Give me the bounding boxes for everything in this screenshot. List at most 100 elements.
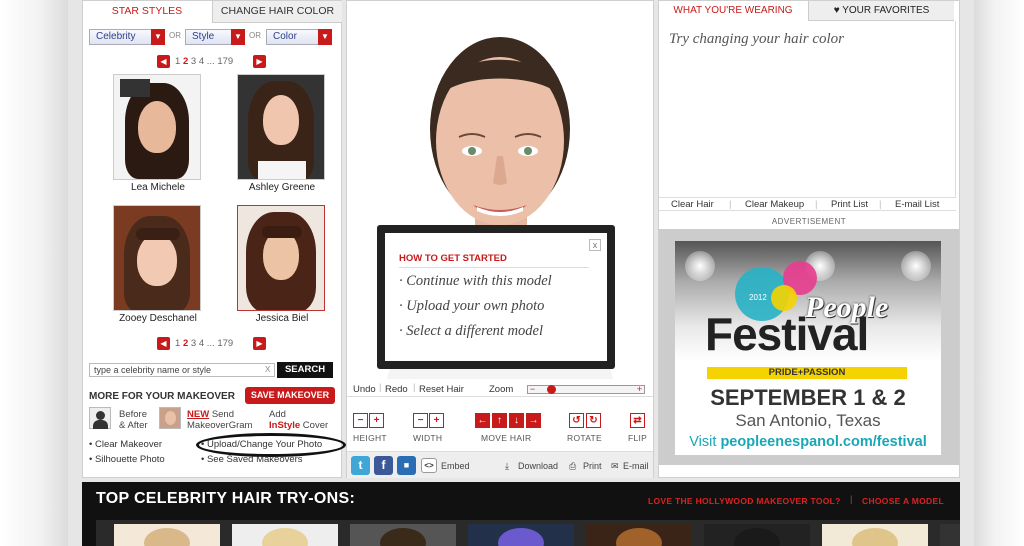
- print-icon[interactable]: ⎙: [569, 461, 576, 472]
- celebrity-thumb-zooey-deschanel[interactable]: [113, 205, 201, 311]
- continue-with-model-link[interactable]: · Continue with this model: [399, 273, 552, 290]
- send-label: Send: [211, 409, 234, 420]
- zoom-slider-handle[interactable]: [546, 385, 556, 394]
- page-current[interactable]: 2: [183, 56, 188, 67]
- try-on-thumb[interactable]: [350, 524, 456, 546]
- clear-makeup-link[interactable]: Clear Makeup: [745, 199, 804, 210]
- download-link[interactable]: Download: [518, 461, 558, 471]
- celebrity-search-input[interactable]: type a celebrity name or style: [89, 363, 275, 377]
- page-link[interactable]: 1: [175, 338, 180, 349]
- try-on-thumb[interactable]: [822, 524, 928, 546]
- page-link[interactable]: 3: [191, 56, 196, 67]
- download-icon[interactable]: ⤓: [505, 461, 509, 472]
- try-on-thumb[interactable]: [704, 524, 810, 546]
- choose-a-model-link[interactable]: CHOOSE A MODEL: [862, 496, 944, 506]
- zoom-in-icon[interactable]: +: [635, 385, 644, 394]
- myspace-icon[interactable]: ■: [397, 456, 416, 475]
- separator: |: [729, 199, 732, 210]
- celebrity-name[interactable]: Lea Michele: [103, 182, 213, 193]
- save-makeover-button[interactable]: SAVE MAKEOVER: [245, 387, 335, 404]
- move-right-icon[interactable]: →: [526, 413, 541, 428]
- height-increase-button[interactable]: +: [369, 413, 384, 428]
- add-instyle-cover-link[interactable]: Add InStyle Cover: [269, 409, 328, 431]
- try-on-thumb[interactable]: [232, 524, 338, 546]
- next-page-button[interactable]: ▶: [253, 337, 266, 350]
- flip-icon[interactable]: ⇄: [630, 413, 645, 428]
- email-icon[interactable]: ✉: [611, 461, 619, 472]
- ad-url[interactable]: Visit peopleenespanol.com/festival: [675, 434, 941, 450]
- twitter-icon[interactable]: t: [351, 456, 370, 475]
- try-on-thumb[interactable]: [940, 524, 960, 546]
- page-current[interactable]: 2: [183, 338, 188, 349]
- width-decrease-button[interactable]: −: [413, 413, 428, 428]
- silhouette-icon[interactable]: [89, 407, 111, 429]
- tab-change-hair-color[interactable]: CHANGE HAIR COLOR: [212, 1, 342, 23]
- prev-page-button[interactable]: ◀: [157, 337, 170, 350]
- model-photo[interactable]: x HOW TO GET STARTED · Continue with thi…: [347, 1, 653, 379]
- next-page-button[interactable]: ▶: [253, 55, 266, 68]
- zoom-slider[interactable]: − +: [527, 385, 645, 394]
- celebrity-name[interactable]: Ashley Greene: [227, 182, 337, 193]
- celebrity-select[interactable]: Celebrity ▼: [89, 29, 165, 45]
- email-link[interactable]: E-mail: [623, 461, 649, 471]
- flip-label: FLIP: [628, 433, 648, 443]
- celebrity-thumb-jessica-biel[interactable]: [237, 205, 325, 311]
- email-list-link[interactable]: E-mail List: [895, 199, 939, 210]
- search-button[interactable]: SEARCH: [277, 362, 333, 378]
- rotate-right-icon[interactable]: ↻: [586, 413, 601, 428]
- print-link[interactable]: Print: [583, 461, 602, 471]
- zoom-out-icon[interactable]: −: [528, 385, 537, 394]
- try-on-thumb[interactable]: [468, 524, 574, 546]
- page-link[interactable]: 4: [199, 56, 204, 67]
- before-after-line2: & After: [119, 420, 148, 431]
- facebook-icon[interactable]: f: [374, 456, 393, 475]
- clear-makeover-link[interactable]: • Clear Makeover: [89, 439, 162, 450]
- move-left-icon[interactable]: ←: [475, 413, 490, 428]
- celebrity-thumb-ashley-greene[interactable]: [237, 74, 325, 180]
- page-link[interactable]: 179: [217, 56, 233, 67]
- try-on-thumb[interactable]: [586, 524, 692, 546]
- style-select[interactable]: Style ▼: [185, 29, 245, 45]
- send-makeovergram-link[interactable]: NEW Send MakeoverGram: [187, 409, 252, 431]
- close-icon[interactable]: x: [589, 239, 601, 251]
- advertisement-banner[interactable]: 2012 People Festival PRIDE+PASSION SEPTE…: [659, 229, 959, 465]
- prev-page-button[interactable]: ◀: [157, 55, 170, 68]
- upload-own-photo-link[interactable]: · Upload your own photo: [399, 298, 544, 315]
- clear-hair-link[interactable]: Clear Hair: [671, 199, 714, 210]
- color-select[interactable]: Color ▼: [266, 29, 332, 45]
- move-down-icon[interactable]: ↓: [509, 413, 524, 428]
- before-after-link[interactable]: Before & After: [119, 409, 148, 431]
- rotate-left-icon[interactable]: ↺: [569, 413, 584, 428]
- celebrity-thumb-lea-michele[interactable]: [113, 74, 201, 180]
- width-increase-button[interactable]: +: [429, 413, 444, 428]
- ad-year: 2012: [749, 293, 767, 302]
- tab-star-styles[interactable]: STAR STYLES: [83, 1, 211, 23]
- select-different-model-link[interactable]: · Select a different model: [399, 323, 543, 340]
- tab-your-favorites[interactable]: ♥ YOUR FAVORITES: [808, 1, 954, 21]
- move-up-icon[interactable]: ↑: [492, 413, 507, 428]
- how-to-get-started-popup: x HOW TO GET STARTED · Continue with thi…: [377, 225, 615, 369]
- makeovergram-photo-icon[interactable]: [159, 407, 181, 429]
- chevron-down-icon: ▼: [231, 29, 245, 45]
- silhouette-photo-link[interactable]: • Silhouette Photo: [89, 454, 165, 465]
- love-makeover-tool-link[interactable]: LOVE THE HOLLYWOOD MAKEOVER TOOL?: [648, 496, 841, 506]
- page-link[interactable]: 179: [217, 338, 233, 349]
- edit-toolbar: Undo | Redo | Reset Hair Zoom − +: [347, 381, 653, 397]
- undo-button[interactable]: Undo: [353, 384, 376, 395]
- style-select-label: Style: [192, 31, 215, 42]
- height-decrease-button[interactable]: −: [353, 413, 368, 428]
- clear-search-icon[interactable]: X: [265, 365, 270, 374]
- reset-hair-button[interactable]: Reset Hair: [419, 384, 464, 395]
- page-link[interactable]: 4: [199, 338, 204, 349]
- celebrity-name[interactable]: Zooey Deschanel: [103, 313, 213, 324]
- celebrity-name[interactable]: Jessica Biel: [227, 313, 337, 324]
- print-list-link[interactable]: Print List: [831, 199, 868, 210]
- try-on-thumb[interactable]: [114, 524, 220, 546]
- page-link[interactable]: 3: [191, 338, 196, 349]
- toolbar-separator: |: [413, 382, 416, 393]
- redo-button[interactable]: Redo: [385, 384, 408, 395]
- embed-link[interactable]: Embed: [441, 461, 470, 471]
- page-link[interactable]: 1: [175, 56, 180, 67]
- embed-icon[interactable]: <>: [421, 458, 437, 473]
- tab-what-youre-wearing[interactable]: WHAT YOU'RE WEARING: [659, 1, 807, 21]
